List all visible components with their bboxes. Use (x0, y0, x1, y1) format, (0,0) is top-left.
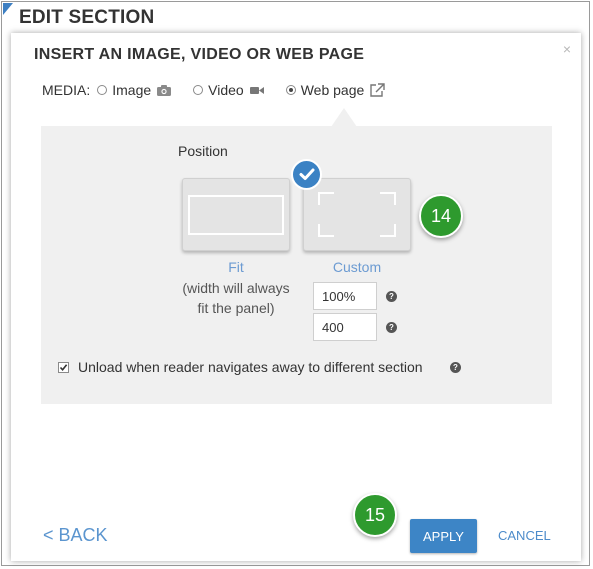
unload-option: Unload when reader navigates away to dif… (58, 359, 423, 375)
dialog-title: INSERT AN IMAGE, VIDEO OR WEB PAGE (34, 46, 365, 63)
unload-label: Unload when reader navigates away to dif… (78, 359, 423, 375)
fit-preview-icon (188, 195, 284, 235)
camera-icon (157, 84, 172, 96)
step-callout-14: 14 (419, 194, 463, 238)
selected-check-icon (291, 159, 322, 190)
fit-description-line: (width will always (182, 280, 290, 296)
custom-corners-icon (318, 192, 396, 237)
position-custom-option[interactable] (303, 178, 411, 251)
fit-description: (width will always fit the panel) (171, 278, 301, 318)
media-option-label: Web page (300, 82, 365, 98)
edit-section-title: EDIT SECTION (19, 7, 155, 28)
radio-web-page[interactable] (285, 85, 296, 95)
media-option-web-page[interactable]: Web page (285, 82, 386, 98)
apply-button[interactable]: APPLY (410, 519, 477, 553)
help-icon[interactable]: ? (386, 322, 397, 333)
media-option-video[interactable]: Video (193, 82, 264, 98)
media-option-image[interactable]: Image (97, 82, 172, 98)
back-link[interactable]: < BACK (43, 525, 108, 546)
media-option-label: Image (112, 82, 152, 98)
unload-checkbox[interactable] (58, 361, 69, 373)
media-selector: MEDIA: Image Video Web page (42, 82, 407, 98)
custom-height-input[interactable] (313, 313, 377, 341)
cancel-link[interactable]: CANCEL (498, 528, 551, 543)
position-fit-option[interactable] (182, 178, 290, 251)
panel-pointer (331, 108, 357, 127)
fit-description-line: fit the panel) (197, 300, 275, 316)
fit-label[interactable]: Fit (181, 259, 291, 275)
corner-marker (3, 3, 13, 15)
external-link-icon (370, 83, 385, 97)
radio-video[interactable] (193, 85, 204, 95)
help-icon[interactable]: ? (450, 362, 461, 373)
position-label: Position (178, 143, 228, 159)
insert-media-dialog: × INSERT AN IMAGE, VIDEO OR WEB PAGE MED… (11, 33, 581, 561)
media-label: MEDIA: (42, 82, 91, 98)
media-option-label: Video (208, 82, 244, 98)
custom-width-input[interactable] (313, 282, 377, 310)
radio-image[interactable] (97, 85, 108, 95)
step-callout-15: 15 (353, 493, 397, 537)
close-icon[interactable]: × (563, 41, 571, 57)
web-page-options-panel: Position Fit (width will always fit the … (41, 126, 552, 404)
video-camera-icon (249, 86, 264, 95)
help-icon[interactable]: ? (386, 291, 397, 302)
custom-label[interactable]: Custom (303, 259, 411, 275)
